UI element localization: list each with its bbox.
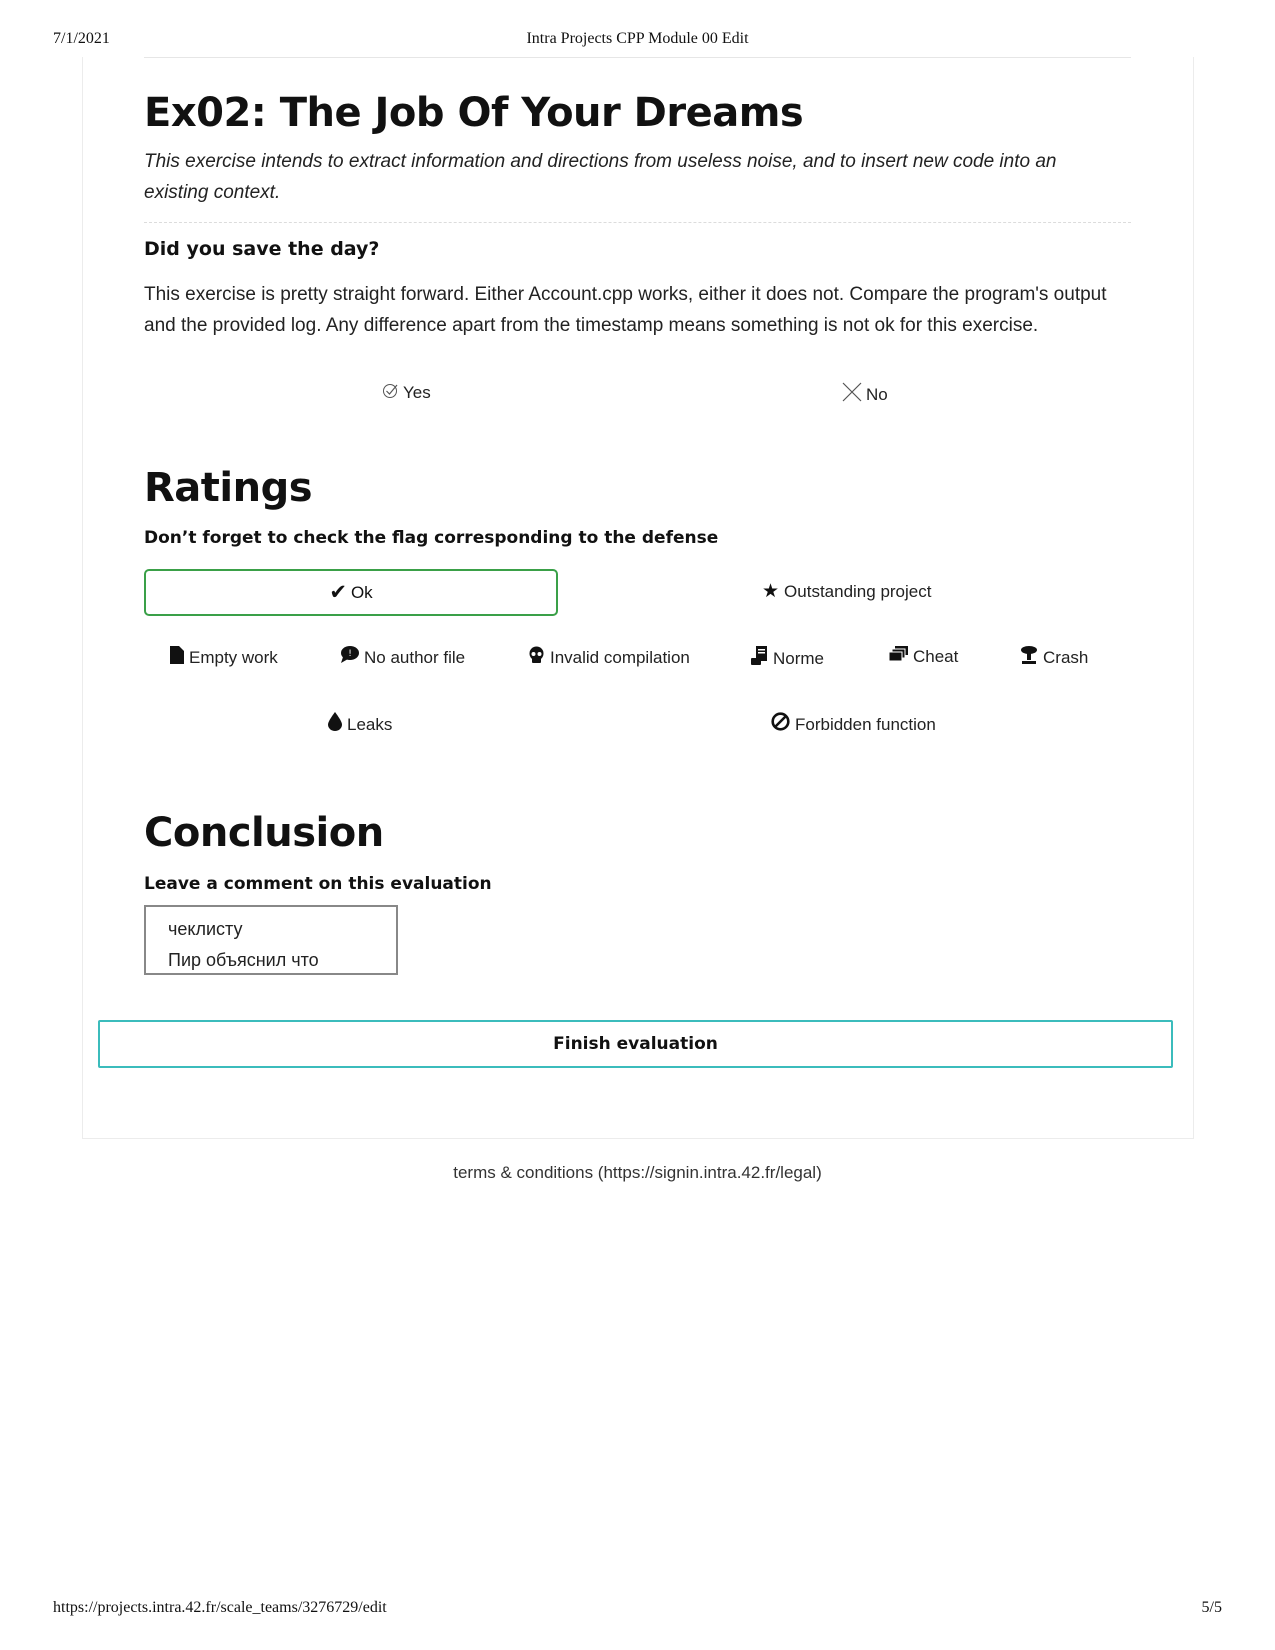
cross-icon xyxy=(842,382,862,407)
speech-bubble-icon: ! xyxy=(340,646,359,670)
file-icon xyxy=(170,646,184,670)
dashed-divider xyxy=(144,222,1131,223)
check-circle-icon xyxy=(382,382,399,404)
flag-label: Invalid compilation xyxy=(550,648,690,667)
conclusion-title: Conclusion xyxy=(144,810,384,856)
print-page-number: 5/5 xyxy=(1201,1599,1222,1616)
flag-norme[interactable]: Norme xyxy=(751,646,824,671)
svg-text:!: ! xyxy=(348,649,352,659)
skull-icon xyxy=(528,646,545,670)
flag-label: Empty work xyxy=(189,648,278,667)
flag-cheat[interactable]: Cheat xyxy=(888,646,959,668)
terms-link[interactable]: terms & conditions (https://signin.intra… xyxy=(0,1163,1275,1183)
no-button[interactable]: No xyxy=(842,382,888,407)
flag-label: Leaks xyxy=(347,714,393,734)
comment-hint: Leave a comment on this evaluation xyxy=(144,874,492,894)
question-text: This exercise is pretty straight forward… xyxy=(144,284,1107,336)
flag-forbidden-function[interactable]: Forbidden function xyxy=(771,712,936,737)
outstanding-flag-button[interactable]: ★ Outstanding project xyxy=(762,580,931,603)
comment-line: чеклисту xyxy=(168,919,243,939)
flag-invalid-compilation[interactable]: Invalid compilation xyxy=(528,646,690,670)
explosion-icon xyxy=(1020,646,1038,670)
flag-empty-work[interactable]: Empty work xyxy=(170,646,278,670)
ban-icon xyxy=(771,712,790,737)
exercise-title: Ex02: The Job Of Your Dreams xyxy=(144,90,804,136)
flag-label: Forbidden function xyxy=(795,714,936,734)
norme-icon xyxy=(751,646,768,671)
flag-label: Norme xyxy=(773,648,825,668)
ratings-title: Ratings xyxy=(144,465,313,511)
comment-line: Пир объяснил что xyxy=(168,950,319,970)
comment-textarea[interactable]: ч р р чеклисту Пир объяснил что xyxy=(144,905,398,975)
comment-line: ч р р xyxy=(168,907,396,914)
ratings-hint: Don’t forget to check the flag correspon… xyxy=(144,528,719,548)
yes-label: Yes xyxy=(403,383,431,402)
ok-label: Ok xyxy=(350,582,373,602)
flag-label: No author file xyxy=(364,648,466,667)
drop-icon xyxy=(328,712,342,737)
yes-button[interactable]: Yes xyxy=(382,382,431,404)
no-label: No xyxy=(866,384,888,404)
flag-label: Cheat xyxy=(913,647,959,666)
ok-flag-button[interactable]: ✔ Ok xyxy=(144,569,558,616)
divider xyxy=(144,57,1131,58)
flag-no-author-file[interactable]: ! No author file xyxy=(340,646,465,670)
flag-label: Crash xyxy=(1043,648,1089,667)
print-url: https://projects.intra.42.fr/scale_teams… xyxy=(53,1599,387,1616)
finish-evaluation-button[interactable]: Finish evaluation xyxy=(98,1020,1173,1068)
star-icon: ★ xyxy=(762,581,780,602)
flag-leaks[interactable]: Leaks xyxy=(328,712,392,737)
flag-crash[interactable]: Crash xyxy=(1020,646,1088,670)
cards-icon xyxy=(888,646,908,668)
exercise-description: This exercise intends to extract informa… xyxy=(144,151,1057,203)
checkmark-icon: ✔ xyxy=(329,581,347,604)
question-title: Did you save the day? xyxy=(144,238,380,260)
outstanding-label: Outstanding project xyxy=(784,581,932,601)
print-title: Intra Projects CPP Module 00 Edit xyxy=(526,30,749,47)
